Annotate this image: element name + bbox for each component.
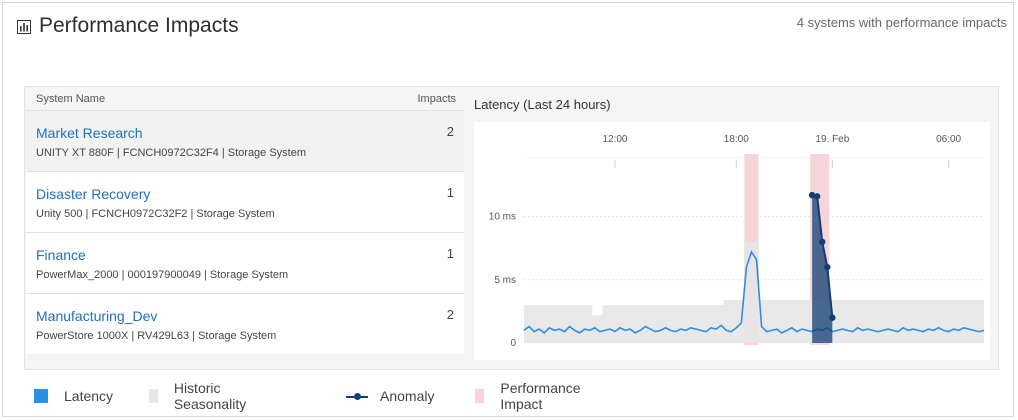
page-title: Performance Impacts [39,14,239,37]
impact-count: 2 [446,124,454,139]
table-row[interactable]: Manufacturing_Dev PowerStore 1000X | RV4… [26,293,464,354]
table-row[interactable]: Disaster Recovery Unity 500 | FCNCH0972C… [26,171,464,232]
system-detail: PowerStore 1000X | RV429L63 | Storage Sy… [36,330,277,342]
system-detail: UNITY XT 880F | FCNCH0972C32F4 | Storage… [36,147,307,159]
y-tick-label: 0 [510,338,516,349]
anomaly-point [813,193,821,200]
x-tick-label: 12:00 [602,134,627,145]
x-tick-label: 06:00 [936,134,961,145]
legend-item-anomaly[interactable]: Anomaly [346,386,434,406]
anomaly-point [824,263,831,271]
table-header: System Name Impacts [26,88,464,110]
legend-swatch-seasonality [149,389,158,403]
legend-item-performance-impact[interactable]: Performance Impact [475,380,585,412]
table-row[interactable]: Finance PowerMax_2000 | 000197900049 | S… [26,232,464,293]
table-row[interactable]: Market Research UNITY XT 880F | FCNCH097… [26,110,464,171]
legend-item-latency[interactable]: Latency [34,386,113,406]
system-name-link[interactable]: Market Research [36,125,143,141]
chart-title: Latency (Last 24 hours) [474,97,611,112]
latency-chart[interactable]: 0 5 ms 10 ms 12:00 18:00 19. Feb 06:00 [474,122,990,360]
legend-swatch-latency [34,389,48,403]
system-detail: Unity 500 | FCNCH0972C32F2 | Storage Sys… [36,208,275,220]
x-tick-label: 19. Feb [815,134,849,145]
system-detail: PowerMax_2000 | 000197900049 | Storage S… [36,269,289,281]
latency-chart-area[interactable]: 0 5 ms 10 ms 12:00 18:00 19. Feb 06:00 [474,122,990,360]
systems-table: System Name Impacts Market Research UNIT… [26,88,464,360]
x-tick-label: 18:00 [724,134,749,145]
y-tick-label: 10 ms [489,212,516,223]
impact-count: 2 [446,307,454,322]
legend-swatch-anomaly [346,389,368,403]
legend-item-seasonality[interactable]: Historic Seasonality [149,380,251,412]
anomaly-point [819,238,826,246]
impact-count: 1 [446,185,454,200]
legend-label: Anomaly [380,388,435,404]
y-tick-label: 5 ms [494,275,516,286]
anomaly-point [829,314,836,321]
impact-count: 1 [446,246,454,261]
impact-summary: 4 systems with performance impacts [796,15,1007,30]
col-impacts: Impacts [417,93,456,105]
legend-label: Performance Impact [500,380,581,412]
bar-chart-icon [17,20,31,34]
system-name-link[interactable]: Manufacturing_Dev [36,308,157,324]
legend-label: Latency [64,388,114,404]
legend-swatch-impact [475,389,485,403]
system-name-link[interactable]: Finance [36,247,86,263]
legend-label: Historic Seasonality [173,380,247,412]
col-system-name: System Name [36,93,106,105]
system-name-link[interactable]: Disaster Recovery [36,186,150,202]
